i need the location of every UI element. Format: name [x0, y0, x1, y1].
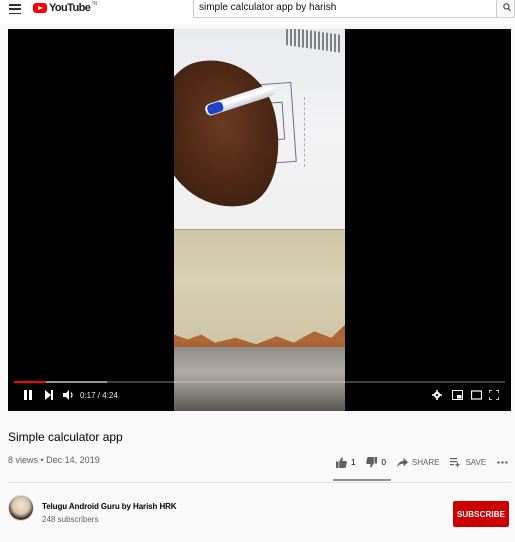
theater-mode-icon[interactable] — [471, 390, 482, 400]
like-button[interactable]: 1 — [336, 457, 355, 468]
masthead: YouTube IN simple calculator app by hari… — [0, 0, 515, 24]
video-actions: 1 0 SHARE SAVE — [336, 455, 515, 469]
divider — [8, 482, 511, 483]
share-label: SHARE — [411, 457, 440, 467]
youtube-play-logo-icon — [33, 3, 47, 13]
save-label: SAVE — [465, 457, 487, 467]
sketch-notes — [304, 97, 318, 167]
notebook-spiral — [286, 29, 342, 53]
dislike-button[interactable]: 0 — [366, 456, 386, 468]
more-horizontal-icon — [497, 460, 508, 464]
dislike-count: 0 — [381, 457, 386, 467]
like-ratio-bar — [333, 479, 391, 481]
logo-region: IN — [92, 1, 98, 7]
volume-icon[interactable] — [63, 390, 75, 400]
video-title: Simple calculator app — [8, 430, 123, 444]
search-button[interactable] — [497, 0, 515, 18]
next-icon[interactable] — [45, 390, 53, 400]
settings-gear-icon[interactable] — [432, 390, 442, 400]
share-button[interactable]: SHARE — [396, 457, 440, 467]
video-views-date: 8 views • Dec 14, 2019 — [8, 455, 100, 465]
video-player[interactable]: 0:17 / 4:24 — [8, 29, 511, 411]
channel-avatar[interactable] — [8, 495, 34, 521]
subscribe-button[interactable]: SUBSCRIBE — [453, 501, 509, 527]
table-surface — [174, 229, 345, 349]
share-arrow-icon — [396, 457, 408, 467]
thumbs-up-icon — [336, 457, 347, 468]
channel-name[interactable]: Telugu Android Guru by Harish HRK — [42, 502, 177, 511]
search-input[interactable]: simple calculator app by harish — [193, 0, 497, 18]
miniplayer-icon[interactable] — [452, 390, 463, 400]
progress-bar[interactable] — [14, 381, 505, 383]
youtube-logo[interactable]: YouTube IN — [33, 0, 97, 16]
progress-played — [14, 381, 47, 383]
subscriber-count: 248 subscribers — [42, 515, 99, 524]
playlist-add-icon — [450, 457, 461, 467]
pause-button[interactable] — [23, 390, 33, 400]
menu-icon[interactable] — [9, 4, 21, 15]
like-count: 1 — [351, 457, 356, 467]
save-button[interactable]: SAVE — [450, 457, 487, 467]
video-frame — [174, 29, 345, 411]
more-actions-button[interactable] — [497, 460, 508, 464]
thumbs-down-icon — [366, 456, 378, 467]
logo-text: YouTube — [49, 2, 91, 14]
search-icon — [503, 3, 511, 12]
time-display: 0:17 / 4:24 — [80, 391, 118, 400]
fullscreen-icon[interactable] — [489, 390, 499, 400]
